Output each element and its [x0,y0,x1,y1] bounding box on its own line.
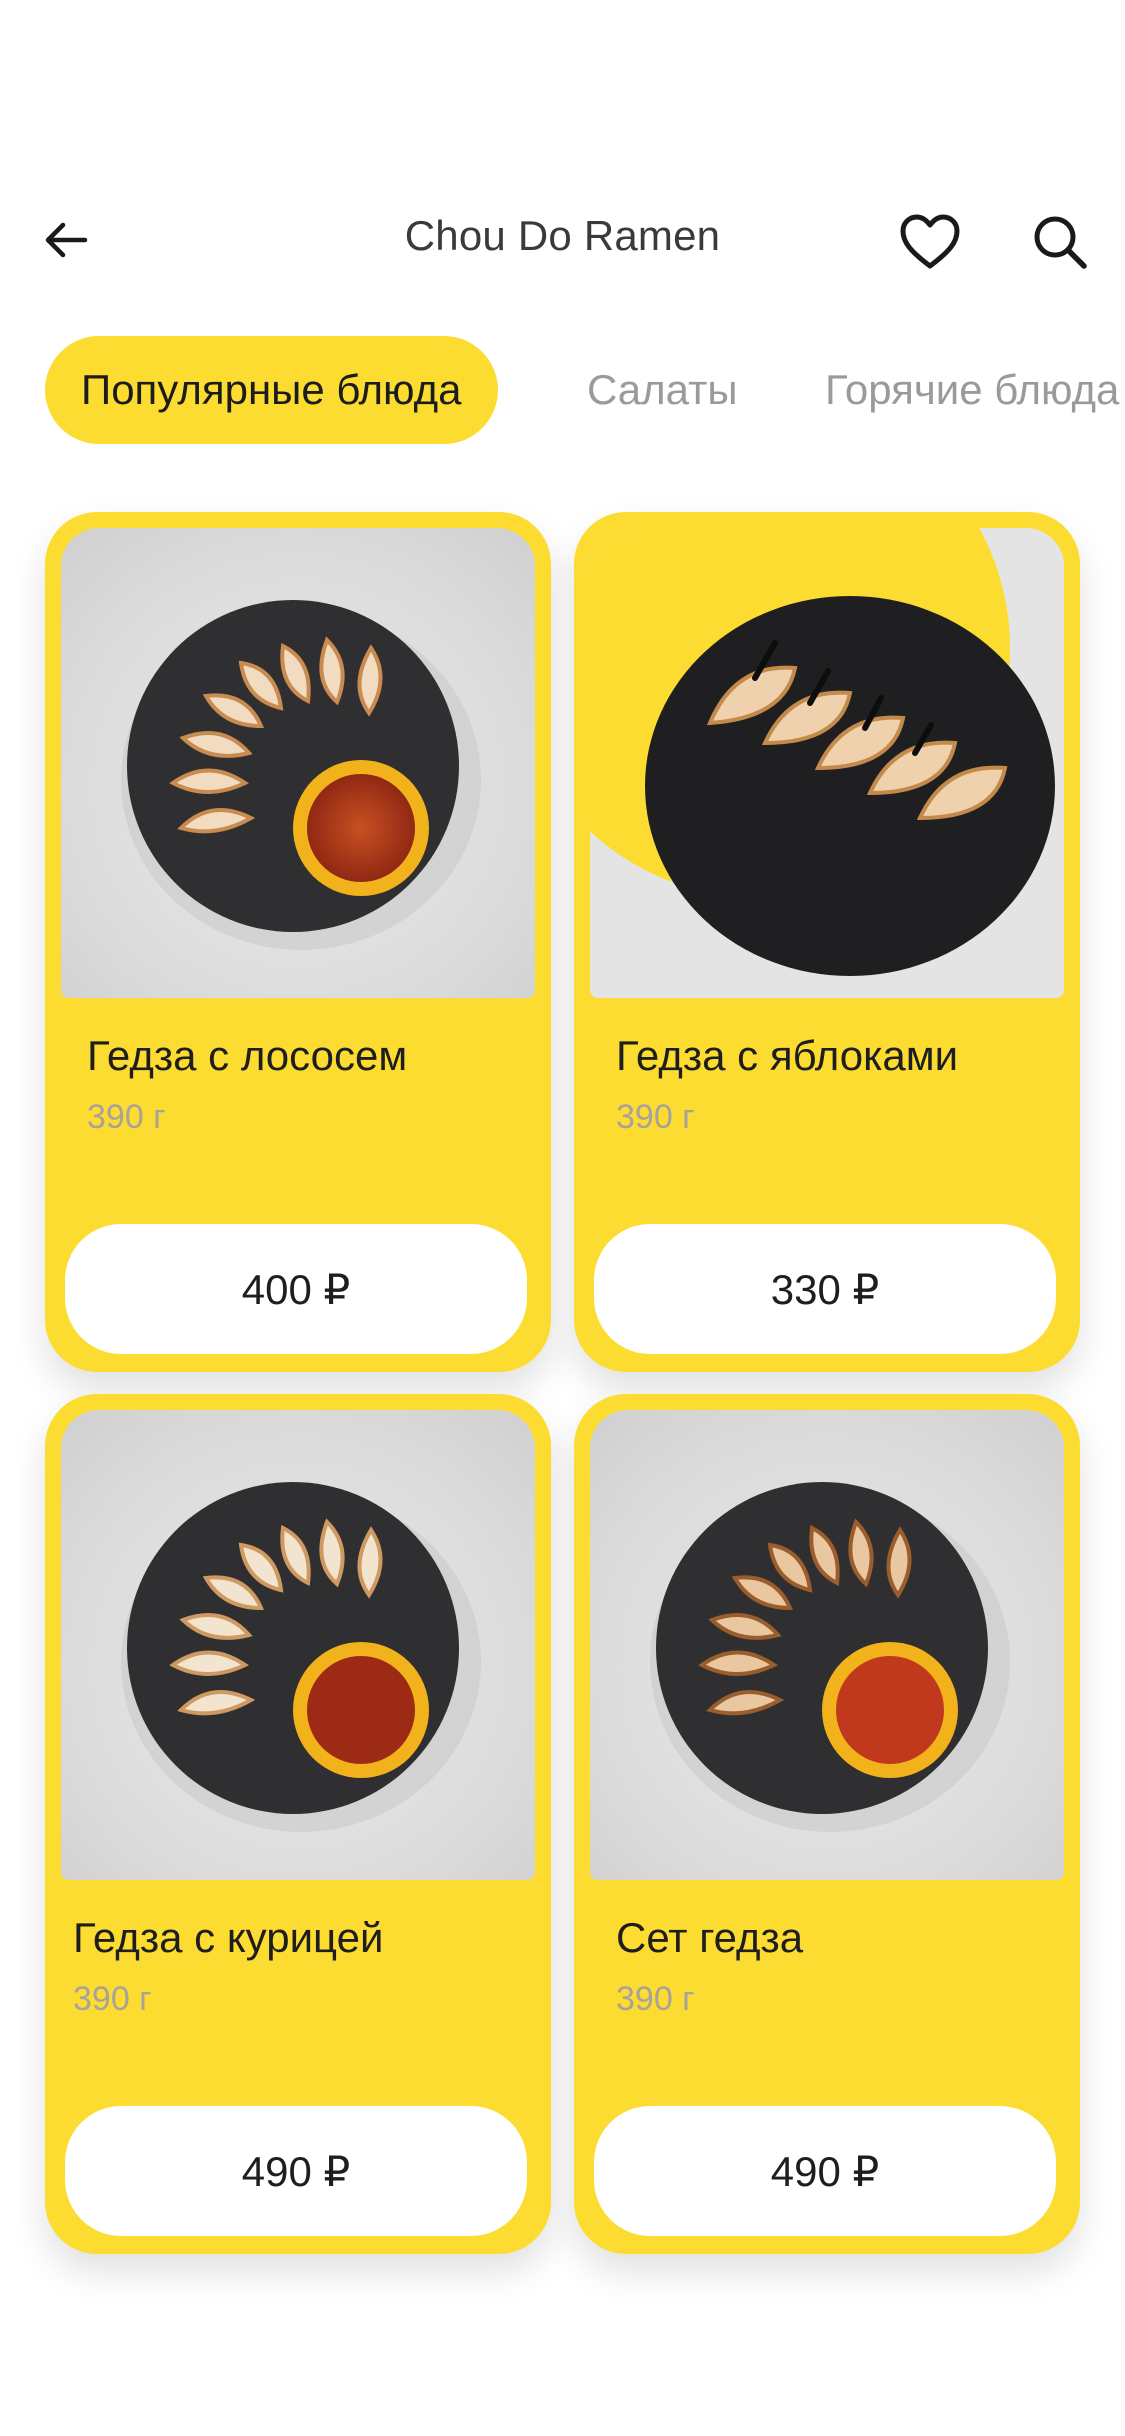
dish-name: Гедза с лососем [87,1032,408,1079]
dish-weight: 390 г [616,1098,695,1136]
search-icon [1034,216,1087,269]
dish-weight: 390 г [616,1980,695,2018]
dish-photo [590,1410,1064,1880]
tab-popular[interactable]: Популярные блюда [45,336,498,444]
tab-hot-dishes[interactable]: Горячие блюда [825,336,1119,444]
product-card[interactable]: Гедза с яблоками 390 г 330 ₽ [574,512,1080,1372]
price-button[interactable]: 490 ₽ [594,2106,1056,2236]
product-card[interactable]: Сет гедза 390 г 490 ₽ [574,1394,1080,2254]
dish-name: Сет гедза [616,1914,804,1961]
search-button[interactable] [1020,202,1100,282]
price-button[interactable]: 330 ₽ [594,1224,1056,1354]
menu-screen: Chou Do Ramen Популярные блюда Салаты Го… [0,0,1125,2436]
dish-photo [61,528,535,998]
price-button[interactable]: 490 ₽ [65,2106,527,2236]
category-tabs: Популярные блюда Салаты Горячие блюда [0,336,1125,446]
header: Chou Do Ramen [0,180,1125,300]
dish-weight: 390 г [87,1098,166,1136]
dish-name: Гедза с курицей [73,1914,384,1961]
dish-weight: 390 г [73,1980,152,2018]
price-button[interactable]: 400 ₽ [65,1224,527,1354]
heart-icon [900,214,960,269]
favorite-button[interactable] [890,202,970,282]
dish-name: Гедза с яблоками [616,1032,959,1079]
product-card[interactable]: Гедза с курицей 390 г 490 ₽ [45,1394,551,2254]
product-card[interactable]: Гедза с лососем 390 г 400 ₽ [45,512,551,1372]
tab-salads[interactable]: Салаты [587,336,738,444]
dish-photo [590,528,1064,998]
dish-photo [61,1410,535,1880]
